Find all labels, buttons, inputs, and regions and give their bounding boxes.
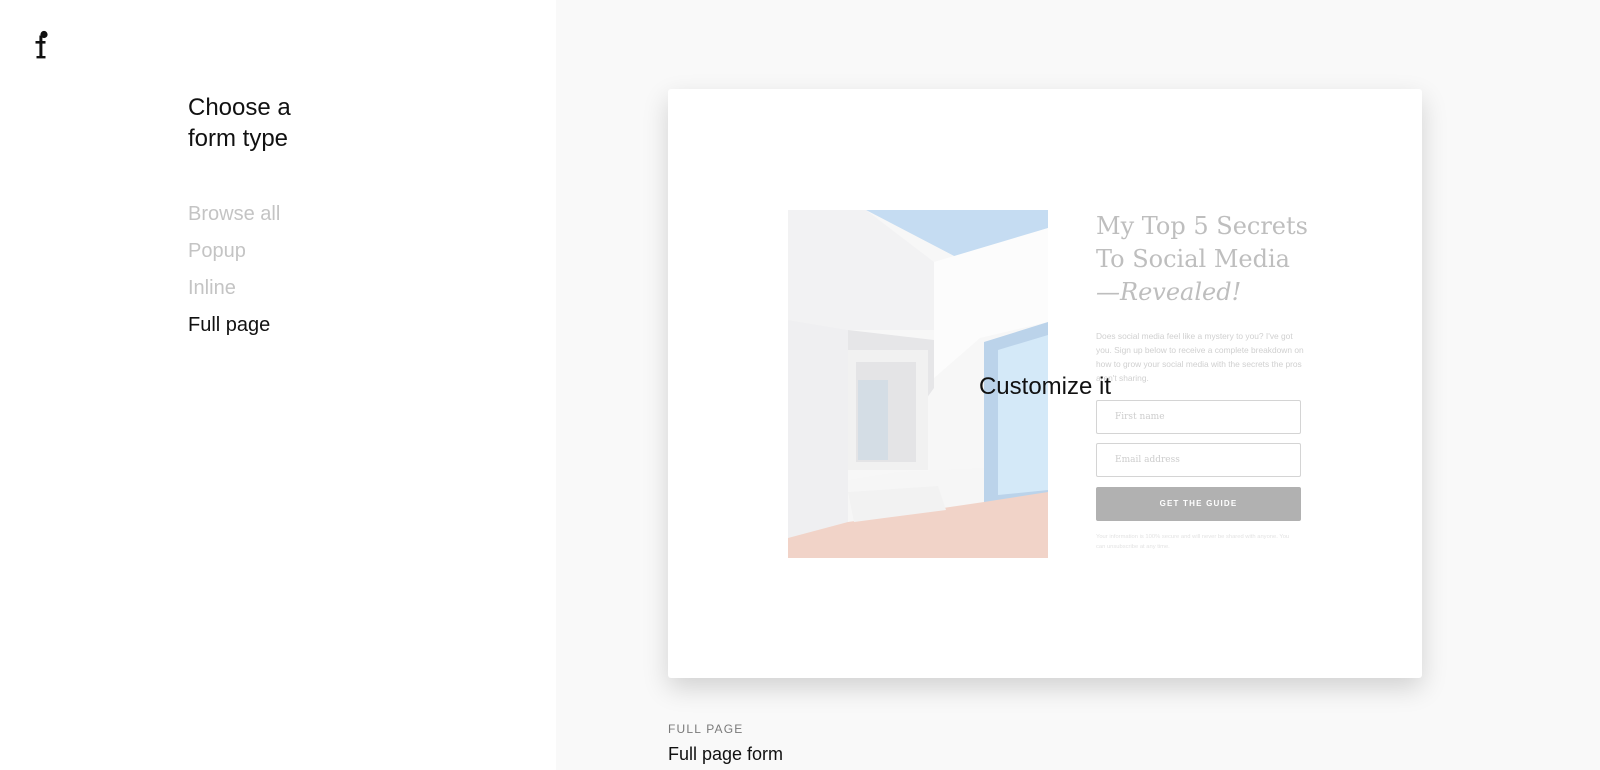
preview-submit-button: GET THE GUIDE [1096, 487, 1301, 521]
preview-fine-print: Your information is 100% secure and will… [1096, 534, 1290, 550]
page-title-line-1: Choose a [188, 94, 291, 121]
nav-item-popup[interactable]: Popup [188, 233, 280, 270]
customize-button[interactable]: Customize it [668, 373, 1422, 401]
preview-title-line-3: —Revealed! [1096, 278, 1242, 306]
template-category: FULL PAGE [668, 722, 744, 736]
page-title-line-2: form type [188, 125, 289, 152]
template-card[interactable]: My Top 5 Secrets To Social Media —Reveal… [668, 89, 1422, 678]
nav-item-inline[interactable]: Inline [188, 270, 280, 307]
logo-icon[interactable] [33, 30, 51, 60]
preview-email-field: Email address [1096, 443, 1301, 477]
nav-item-browse-all[interactable]: Browse all [188, 196, 280, 233]
page-title: Choose a form type [188, 92, 388, 154]
template-name[interactable]: Full page form [668, 744, 783, 765]
form-type-nav: Browse all Popup Inline Full page [188, 196, 280, 344]
nav-item-full-page[interactable]: Full page [188, 307, 280, 344]
preview-title-line-2: To Social Media [1096, 245, 1290, 273]
sidebar: Choose a form type Browse all Popup Inli… [0, 0, 556, 770]
preview-first-name-field: First name [1096, 400, 1301, 434]
preview-title: My Top 5 Secrets To Social Media —Reveal… [1096, 210, 1316, 309]
preview-title-line-1: My Top 5 Secrets [1096, 212, 1308, 240]
